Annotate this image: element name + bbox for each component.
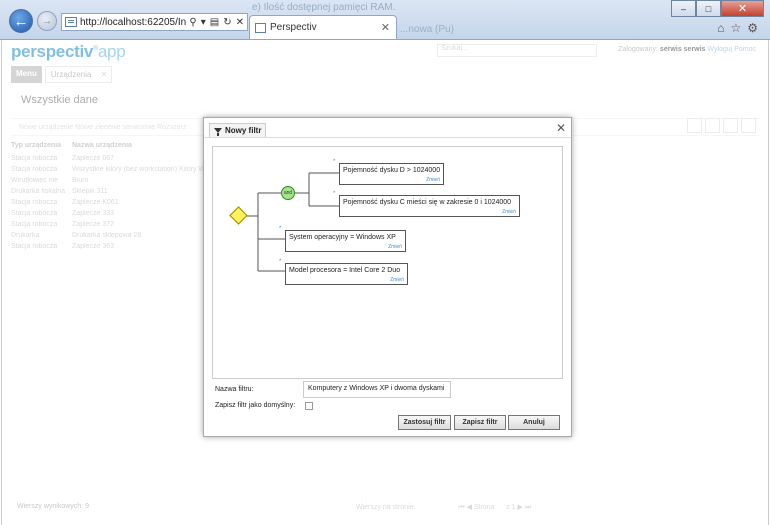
favorites-star-icon[interactable]: ☆ [730,21,741,35]
forward-button[interactable]: → [37,11,57,31]
maximize-button[interactable]: □ [696,0,721,17]
save-filter-button[interactable]: Zapisz filtr [454,415,506,430]
filter-icon [214,128,222,136]
browser-chrome: e) Ilość dostępnej pamięci RAM. ...nowa … [0,0,770,40]
minimize-button[interactable]: – [671,0,696,17]
home-icon[interactable]: ⌂ [717,21,724,35]
close-window-button[interactable]: ✕ [721,0,764,17]
address-url[interactable]: http://localhost:62205/Inde [80,17,186,28]
condition-text: Pojemność dysku D > 1024000 [343,167,441,174]
tab-title: Perspectiv [270,22,317,33]
edit-condition-link[interactable]: Zmień [388,244,402,250]
filter-name-input[interactable]: Komputery z Windows XP i dwoma dyskami [303,381,451,398]
tab-close-icon[interactable]: ✕ [381,21,396,34]
dialog-title: Nowy filtr [209,123,267,138]
condition-text: System operacyjny = Windows XP [289,234,396,241]
back-arrow-icon: ← [13,12,29,30]
stop-icon[interactable]: ✕ [236,17,244,28]
edit-condition-link[interactable]: Zmień [390,277,404,283]
edit-condition-link[interactable]: Zmień [426,177,440,183]
address-bar[interactable]: http://localhost:62205/Inde ⚲ ▾ ▤ ↻ ✕ [61,13,248,31]
browser-tab[interactable]: Perspectiv ✕ [249,15,397,39]
condition-text: Pojemność dysku C mieści się w zakresie … [343,199,512,206]
compatibility-icon[interactable]: ▤ [210,17,219,28]
filter-tree-canvas: and * Pojemność dysku D > 1024000 Zmień … [212,146,563,379]
cancel-button[interactable]: Anuluj [508,415,560,430]
condition-marker-icon: * [279,259,282,265]
condition-marker-icon: * [333,191,336,197]
forward-arrow-icon: → [41,15,53,27]
back-button[interactable]: ← [9,9,33,33]
search-icon[interactable]: ⚲ [189,17,196,28]
browser-toolbar-icons: ⌂ ☆ ⚙ [717,21,758,35]
edit-condition-link[interactable]: Zmień [502,209,516,215]
and-operator-node[interactable]: and [281,186,295,200]
condition-node[interactable]: * Pojemność dysku C mieści się w zakresi… [333,191,520,217]
filter-name-label: Nazwa filtru: [215,386,254,393]
default-filter-checkbox[interactable] [305,402,313,410]
apply-filter-button[interactable]: Zastosuj filtr [398,415,451,430]
condition-node[interactable]: * System operacyjny = Windows XP Zmień [279,226,406,252]
condition-node[interactable]: * Pojemność dysku D > 1024000 Zmień [333,159,444,185]
dropdown-icon[interactable]: ▾ [201,17,206,28]
dialog-divider [204,137,571,138]
background-window-text: e) Ilość dostępnej pamięci RAM. [252,2,396,13]
condition-marker-icon: * [333,159,336,165]
refresh-icon[interactable]: ↻ [223,17,231,28]
condition-marker-icon: * [279,226,282,232]
settings-gear-icon[interactable]: ⚙ [747,21,758,35]
window-controls: – □ ✕ [671,0,764,17]
default-filter-label: Zapisz filtr jako domyślny: [215,402,296,409]
background-window-text-2: ...nowa (Pu) [400,24,454,35]
dialog-close-icon[interactable]: ✕ [556,121,566,135]
condition-text: Model procesora = Intel Core 2 Duo [289,267,401,274]
new-filter-dialog: Nowy filtr ✕ and * Pojemność dysku D > 1… [203,117,572,437]
page-icon [65,17,77,27]
condition-node[interactable]: * Model procesora = Intel Core 2 Duo Zmi… [279,259,408,285]
tab-page-icon [255,22,266,33]
